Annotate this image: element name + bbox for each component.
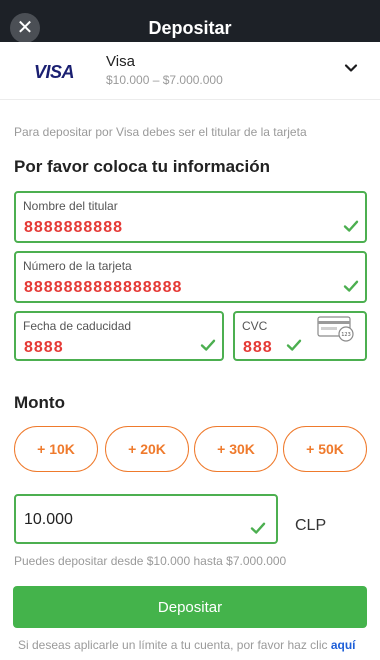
cvc-value[interactable]: 888	[243, 339, 273, 357]
check-icon	[250, 522, 266, 534]
card-number-value[interactable]: 8888888888888888	[24, 279, 182, 297]
limit-footer: Si deseas aplicarle un límite a tu cuent…	[18, 638, 356, 652]
footer-text: Si deseas aplicarle un límite a tu cuent…	[18, 638, 331, 652]
page-title: Depositar	[148, 18, 232, 38]
cvc-field[interactable]: CVC 888 123	[233, 311, 367, 361]
visa-logo: VISA	[34, 62, 75, 82]
cardholder-name-field[interactable]: Nombre del titular 8888888888	[14, 191, 367, 243]
expiry-date-field[interactable]: Fecha de caducidad 8888	[14, 311, 224, 361]
payment-method-selector[interactable]: VISA Visa $10.000 – $7.000.000	[0, 42, 380, 100]
amount-section-title: Monto	[14, 393, 65, 412]
card-number-label: Número de la tarjeta	[23, 259, 132, 273]
card-number-field[interactable]: Número de la tarjeta 8888888888888888	[14, 251, 367, 303]
check-icon	[286, 339, 302, 351]
cardholder-name-value[interactable]: 8888888888	[24, 219, 123, 237]
check-icon	[343, 220, 359, 232]
chevron-down-icon[interactable]	[343, 60, 359, 76]
cvc-label: CVC	[242, 319, 268, 333]
card-back-icon: 123	[317, 316, 354, 342]
limit-link[interactable]: aquí	[331, 638, 356, 652]
amount-chip-50k[interactable]: + 50K	[283, 426, 367, 472]
svg-text:123: 123	[341, 332, 351, 338]
deposit-button[interactable]: Depositar	[13, 586, 367, 628]
cardholder-name-label: Nombre del titular	[23, 199, 118, 213]
payment-method-name: Visa	[106, 53, 135, 70]
amount-value[interactable]: 10.000	[24, 511, 73, 529]
amount-chip-30k[interactable]: + 30K	[194, 426, 278, 472]
check-icon	[343, 280, 359, 292]
amount-chip-10k[interactable]: + 10K	[14, 426, 98, 472]
currency-label: CLP	[295, 517, 327, 534]
payment-method-range: $10.000 – $7.000.000	[106, 73, 223, 87]
holder-note: Para depositar por Visa debes ser el tit…	[14, 125, 307, 139]
expiry-date-value[interactable]: 8888	[24, 339, 64, 357]
form-section-title: Por favor coloca tu información	[14, 157, 270, 176]
amount-input[interactable]: 10.000	[14, 494, 278, 544]
amount-range-hint: Puedes depositar desde $10.000 hasta $7.…	[14, 554, 287, 568]
amount-chip-20k[interactable]: + 20K	[105, 426, 189, 472]
check-icon	[200, 339, 216, 351]
expiry-date-label: Fecha de caducidad	[23, 319, 132, 333]
